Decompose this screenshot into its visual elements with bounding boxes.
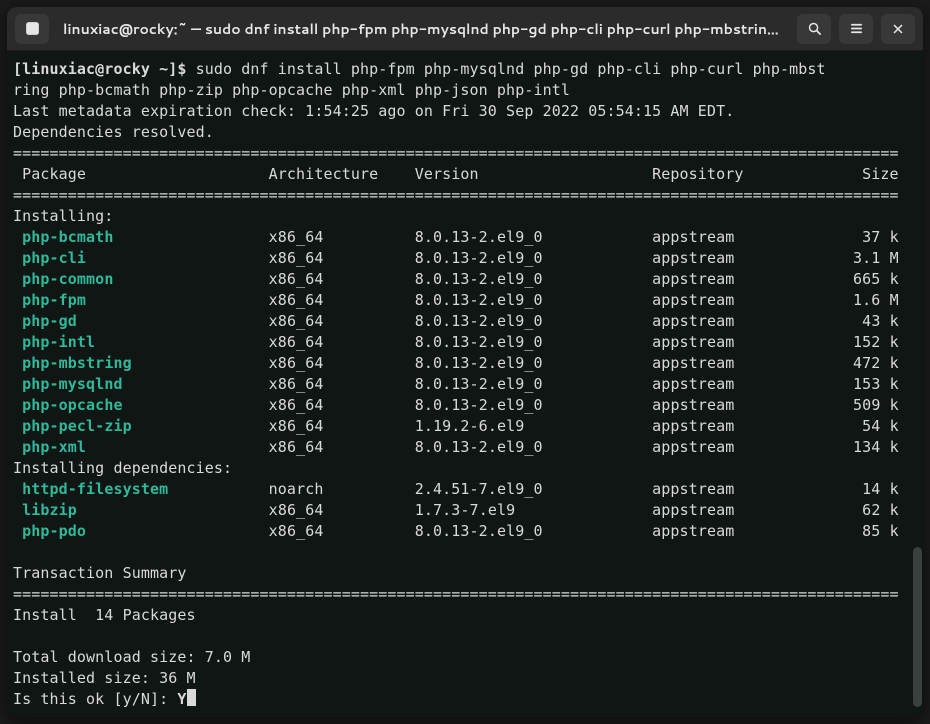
package-name: php-pecl-zip [22, 417, 132, 435]
window-title: linuxiac@rocky:~ — sudo dnf install php-… [57, 19, 789, 39]
package-name: php-intl [22, 333, 95, 351]
scrollbar-thumb[interactable] [913, 547, 922, 707]
terminal-output[interactable]: [linuxiac@rocky ~]$ sudo dnf install php… [7, 51, 923, 717]
titlebar: linuxiac@rocky:~ — sudo dnf install php-… [7, 7, 923, 51]
package-name: php-gd [22, 312, 77, 330]
titlebar-right-group [797, 14, 915, 44]
shell-prompt: [linuxiac@rocky ~]$ [13, 60, 186, 78]
package-name: php-mbstring [22, 354, 132, 372]
new-tab-button[interactable] [15, 14, 49, 44]
package-name: libzip [22, 501, 77, 519]
package-name: php-pdo [22, 522, 86, 540]
package-name: php-cli [22, 249, 86, 267]
package-name: httpd-filesystem [22, 480, 168, 498]
search-button[interactable] [797, 14, 831, 44]
close-icon [891, 22, 905, 36]
text-cursor [187, 689, 196, 706]
confirm-input[interactable]: Y [177, 690, 186, 708]
menu-button[interactable] [839, 14, 873, 44]
search-icon [807, 21, 822, 36]
terminal-window: linuxiac@rocky:~ — sudo dnf install php-… [7, 7, 923, 717]
new-tab-icon [25, 21, 40, 36]
package-name: php-common [22, 270, 113, 288]
hamburger-icon [849, 21, 864, 36]
package-name: php-fpm [22, 291, 86, 309]
package-name: php-opcache [22, 396, 122, 414]
package-name: php-bcmath [22, 228, 113, 246]
package-name: php-xml [22, 438, 86, 456]
package-name: php-mysqlnd [22, 375, 122, 393]
close-button[interactable] [881, 14, 915, 44]
